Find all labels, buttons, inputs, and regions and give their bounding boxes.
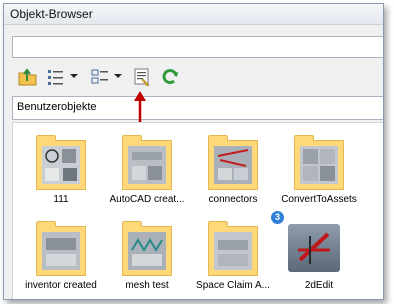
item-label: 2dEdit <box>304 280 334 291</box>
list-item[interactable]: AutoCAD creat... <box>105 125 189 205</box>
filter-selected: Benutzerobjekte <box>17 101 97 113</box>
item-label: AutoCAD creat... <box>109 194 185 205</box>
title-bar: Objekt-Browser <box>4 4 383 25</box>
count-badge: 3 <box>270 210 285 225</box>
object-thumbnail[interactable] <box>288 224 340 272</box>
toolbar <box>4 64 383 90</box>
folder-icon <box>294 135 344 190</box>
list-view-dropdown-icon[interactable] <box>70 74 78 78</box>
list-item[interactable]: mesh test <box>105 211 189 291</box>
object-browser-panel: Objekt-Browser Benutzerobjekte 111 AutoC… <box>3 3 384 300</box>
item-label: 111 <box>53 194 69 205</box>
folder-icon <box>36 135 86 190</box>
folder-icon <box>36 221 86 276</box>
list-item[interactable]: inventor created <box>19 211 103 291</box>
list-view-icon[interactable] <box>46 67 66 87</box>
details-view-dropdown-icon[interactable] <box>114 74 122 78</box>
item-label: inventor created <box>25 280 97 291</box>
details-view-icon[interactable] <box>90 67 110 87</box>
folder-icon <box>122 135 172 190</box>
list-item[interactable]: Space Claim A... <box>191 211 275 291</box>
folder-icon <box>122 221 172 276</box>
item-label: ConvertToAssets <box>281 194 357 205</box>
folder-up-icon[interactable] <box>18 67 38 87</box>
list-item[interactable]: connectors <box>191 125 275 205</box>
folder-icon <box>208 135 258 190</box>
object-grid: 111 AutoCAD creat... connectors ConvertT… <box>12 122 383 299</box>
item-label: mesh test <box>125 280 169 291</box>
2d-edit-icon <box>298 232 330 264</box>
properties-icon[interactable] <box>132 67 152 87</box>
path-field[interactable] <box>12 36 383 58</box>
filter-dropdown[interactable]: Benutzerobjekte <box>12 96 383 120</box>
folder-icon <box>208 221 258 276</box>
refresh-icon[interactable] <box>160 67 180 87</box>
window-title: Objekt-Browser <box>10 7 93 21</box>
item-label: Space Claim A... <box>196 280 270 291</box>
item-label: connectors <box>208 194 258 205</box>
list-item[interactable]: 111 <box>19 125 103 205</box>
list-item[interactable]: ConvertToAssets <box>277 125 361 205</box>
